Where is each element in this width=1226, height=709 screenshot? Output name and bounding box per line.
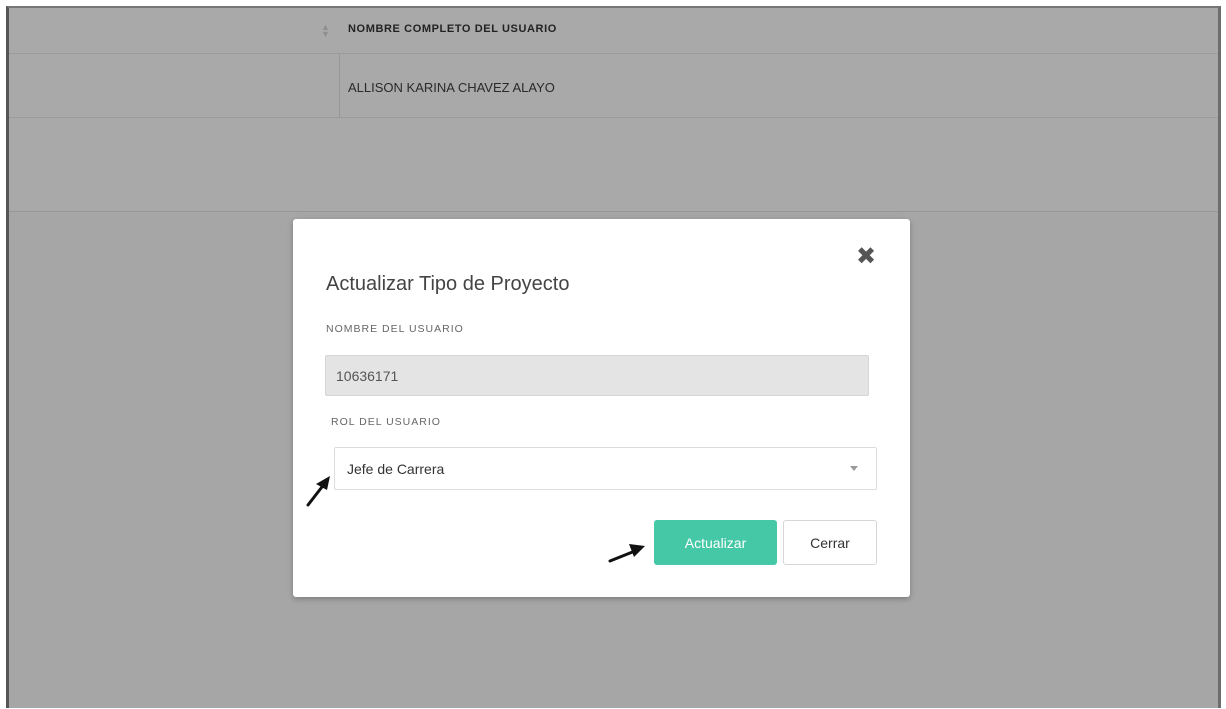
modal-title: Actualizar Tipo de Proyecto: [326, 273, 570, 295]
users-table: ▲ ▼ NOMBRE COMPLETO DEL USUARIO ALLISON K…: [9, 8, 1218, 212]
close-button[interactable]: Cerrar: [783, 520, 877, 565]
column-header-full-name[interactable]: NOMBRE COMPLETO DEL USUARIO: [348, 23, 557, 35]
page-frame: ▲ ▼ NOMBRE COMPLETO DEL USUARIO ALLISON K…: [6, 6, 1221, 708]
user-role-label: ROL DEL USUARIO: [331, 416, 441, 428]
update-role-modal: ✖ Actualizar Tipo de Proyecto NOMBRE DEL…: [293, 219, 910, 597]
table-cell-full-name: ALLISON KARINA CHAVEZ ALAYO: [348, 80, 555, 95]
table-header-row: ▲ ▼ NOMBRE COMPLETO DEL USUARIO: [9, 8, 1218, 54]
user-role-select[interactable]: Jefe de Carrera: [334, 447, 877, 490]
chevron-down-icon: [850, 466, 858, 471]
user-name-label: NOMBRE DEL USUARIO: [326, 323, 464, 335]
sort-icon[interactable]: ▲ ▼: [321, 23, 330, 39]
user-role-selected-value: Jefe de Carrera: [347, 461, 445, 477]
update-button[interactable]: Actualizar: [654, 520, 777, 565]
annotation-arrow-icon: [306, 476, 330, 507]
close-icon[interactable]: ✖: [853, 245, 879, 271]
annotation-arrow-icon: [608, 544, 645, 563]
cell-divider: [339, 54, 340, 118]
table-row[interactable]: ALLISON KARINA CHAVEZ ALAYO: [9, 54, 1218, 118]
user-name-field[interactable]: [325, 355, 869, 396]
